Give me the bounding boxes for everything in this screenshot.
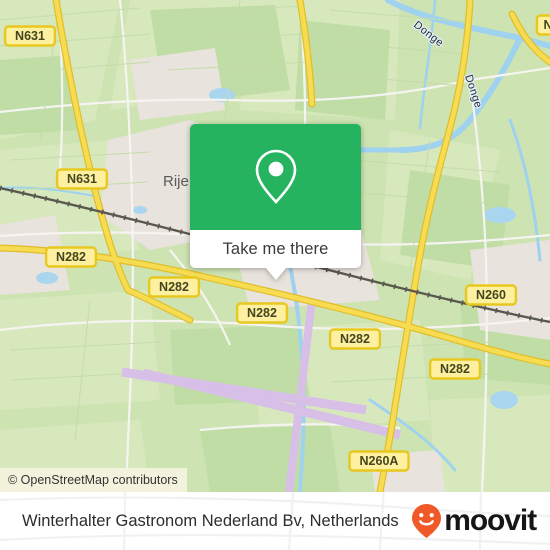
road-shield-label: N282	[56, 250, 86, 264]
destination-callout-card[interactable]: Take me there	[190, 124, 361, 280]
road-shield-label: N282	[440, 362, 470, 376]
callout-pointer-tail	[264, 267, 287, 280]
road-shield-label: N282	[247, 306, 277, 320]
road-shield-n260a: N260A	[348, 450, 410, 472]
footer-bar: Winterhalter Gastronom Nederland Bv, Net…	[0, 492, 550, 550]
road-shield-label: N631	[15, 29, 45, 43]
road-shield-n260: N260	[464, 284, 518, 306]
callout-card-header	[190, 124, 361, 230]
road-shield-n282: N282	[147, 276, 201, 298]
place-label-rijen: Rije	[163, 173, 189, 190]
road-shield-n282: N282	[235, 302, 289, 324]
road-shield-n282: N282	[428, 358, 482, 380]
osm-attribution[interactable]: © OpenStreetMap contributors	[0, 468, 187, 492]
moovit-logo[interactable]: moovit	[410, 503, 537, 539]
moovit-map-screenshot: Rije Donge Donge N631 N631 N282 N282 N282 N28…	[0, 0, 550, 550]
map-pin-icon	[255, 149, 296, 204]
take-me-there-button[interactable]: Take me there	[190, 230, 361, 268]
road-shield-label: N631	[67, 172, 97, 186]
moovit-pin-smile-icon	[412, 504, 442, 538]
road-shield-n: N	[535, 14, 550, 36]
road-shield-n631: N631	[55, 168, 109, 190]
road-shield-label: N260	[476, 288, 506, 302]
road-shield-label: N282	[159, 280, 189, 294]
road-shield-n282: N282	[328, 328, 382, 350]
moovit-wordmark: moovit	[444, 504, 537, 537]
road-shield-n631: N631	[3, 25, 57, 47]
location-title: Winterhalter Gastronom Nederland Bv, Net…	[22, 511, 399, 530]
road-shield-label: N260A	[360, 454, 399, 468]
road-shield-label: N	[543, 18, 550, 32]
road-shield-n282: N282	[44, 246, 98, 268]
footer-row: Winterhalter Gastronom Nederland Bv, Net…	[0, 492, 550, 550]
road-shield-label: N282	[340, 332, 370, 346]
